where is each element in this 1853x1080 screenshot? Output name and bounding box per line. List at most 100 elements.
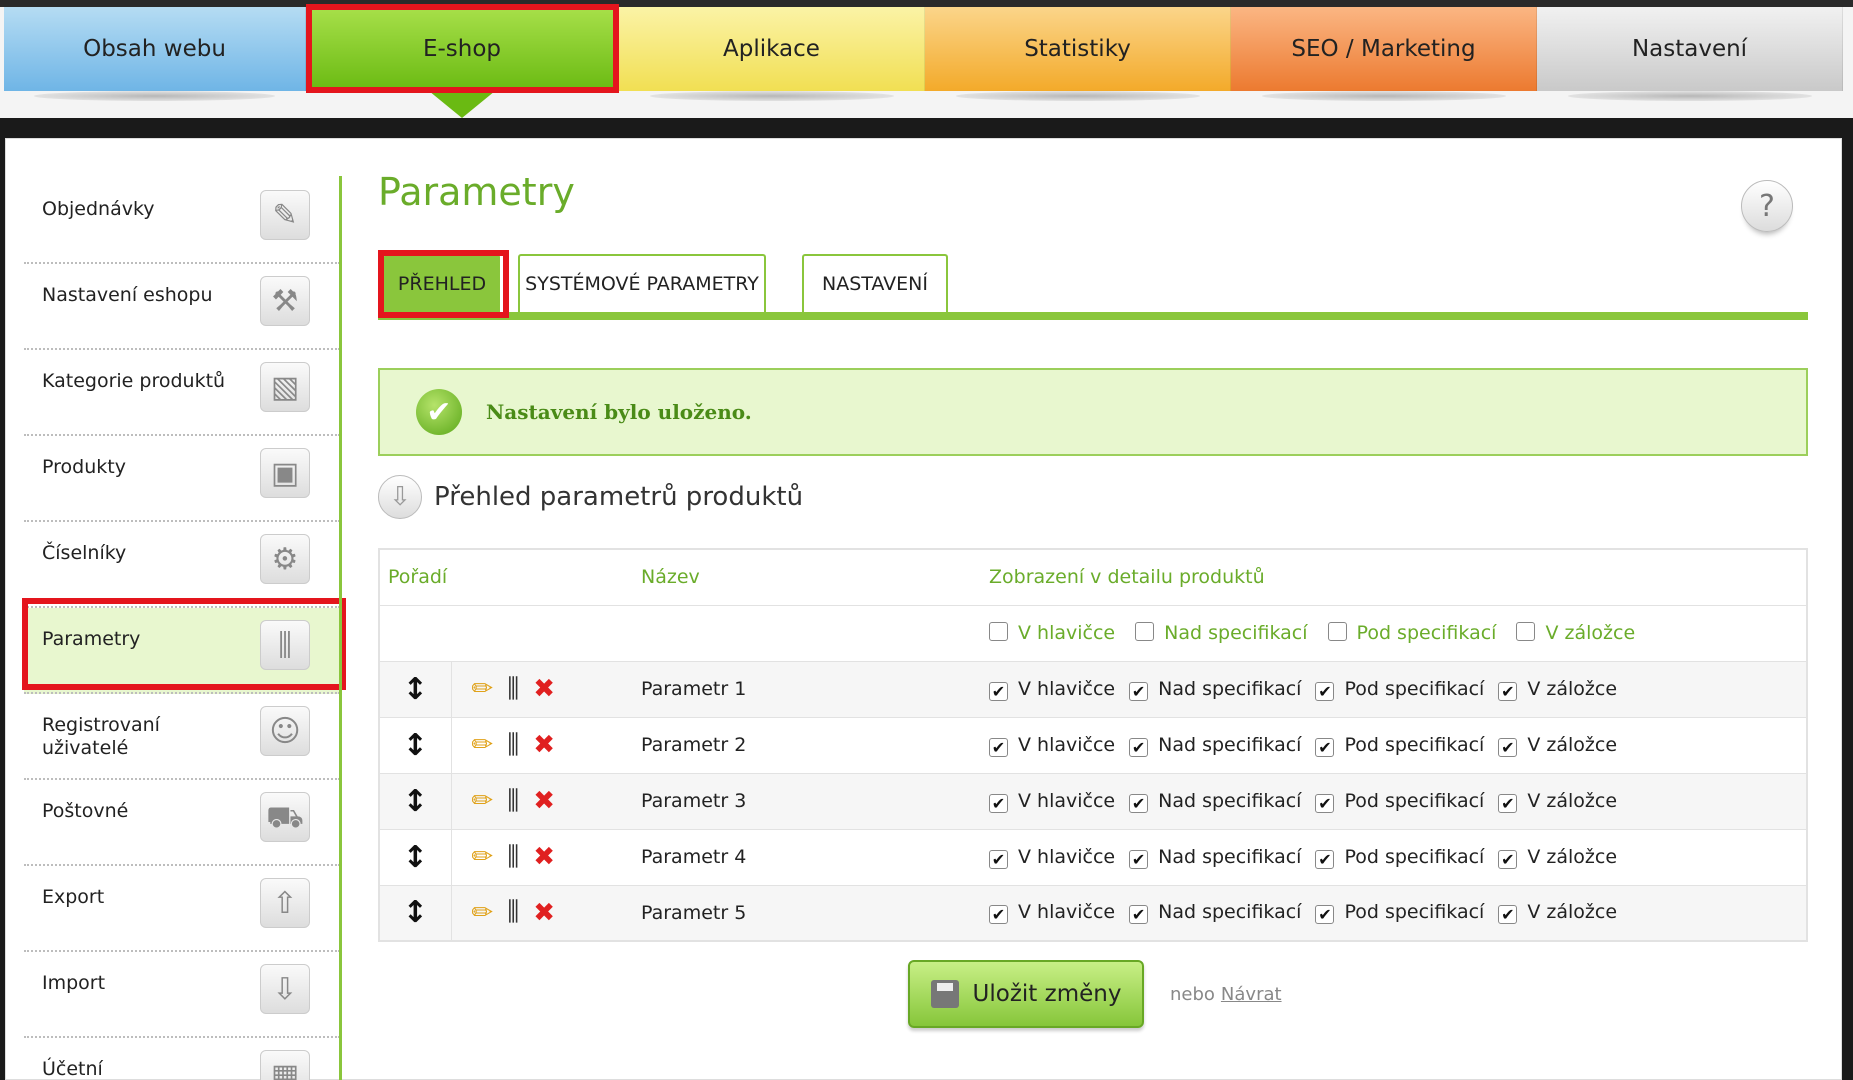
- option-label: Pod specifikací: [1344, 789, 1485, 812]
- display-checkbox[interactable]: ✔: [989, 905, 1008, 925]
- sidebar-item-ciselniky[interactable]: Číselníky ⚙: [24, 522, 340, 608]
- sidebar-item-label: Import: [42, 972, 106, 994]
- option-label: V záložce: [1527, 845, 1618, 868]
- display-checkbox[interactable]: ✔: [1315, 737, 1335, 757]
- help-icon[interactable]: ?: [1741, 180, 1793, 232]
- option-label: V záložce: [1527, 901, 1618, 924]
- nav-tab-aplikace[interactable]: Aplikace: [619, 7, 925, 101]
- edit-icon[interactable]: ✏: [472, 842, 494, 872]
- display-checkbox[interactable]: ✔: [1129, 793, 1149, 813]
- sidebar-item-import[interactable]: Import ⇩: [24, 952, 340, 1038]
- display-checkbox[interactable]: ✔: [989, 793, 1008, 813]
- col-header-actions: [451, 548, 641, 605]
- sidebar-item-label: Produkty: [42, 456, 126, 478]
- display-checkbox[interactable]: ✔: [1498, 681, 1518, 701]
- sidebar-item-registrovani-uzivatele[interactable]: Registrovaní uživatelé ☺: [24, 694, 340, 780]
- sidebar-item-label: Nastavení eshopu: [42, 284, 213, 306]
- display-checkbox[interactable]: ✔: [1498, 849, 1518, 869]
- sidebar-item-export[interactable]: Export ⇧: [24, 866, 340, 952]
- sliders-icon[interactable]: ⫼: [507, 786, 519, 817]
- sidebar-item-parametry[interactable]: Parametry ⫼: [24, 608, 340, 694]
- empty-cell: [379, 604, 451, 661]
- nav-tab-eshop[interactable]: E-shop: [306, 7, 619, 118]
- nav-tab-obsah-webu[interactable]: Obsah webu: [4, 7, 306, 101]
- display-checkbox[interactable]: ✔: [1498, 737, 1518, 757]
- display-checkbox[interactable]: ✔: [1315, 905, 1335, 925]
- sidebar-item-label: Parametry: [42, 628, 141, 650]
- col-header-order: Pořadí: [379, 548, 451, 605]
- sidebar-item-label: Poštovné: [42, 800, 129, 822]
- sidebar-item-kategorie-produktu[interactable]: Kategorie produktů ▧: [24, 350, 340, 436]
- select-all-checkbox-0[interactable]: [989, 622, 1008, 641]
- table-row: ↕ ✏ ⫼ ✖ Parametr 3 ✔ V hlavičce ✔ Nad specifikac…: [379, 772, 1807, 829]
- display-checkbox[interactable]: ✔: [989, 737, 1008, 757]
- sidebar-item-produkty[interactable]: Produkty ▣: [24, 436, 340, 522]
- display-checkbox[interactable]: ✔: [1315, 793, 1335, 813]
- nav-tab-nastaveni[interactable]: Nastavení: [1537, 7, 1843, 101]
- delete-icon[interactable]: ✖: [533, 786, 555, 816]
- nav-tab-seo-marketing[interactable]: SEO / Marketing: [1231, 7, 1537, 101]
- back-link[interactable]: Návrat: [1221, 984, 1282, 1005]
- section-header[interactable]: ⇩ Přehled parametrů produktů: [378, 472, 803, 522]
- select-all-checkbox-1[interactable]: [1135, 622, 1155, 641]
- nav-tab-label: Obsah webu: [83, 36, 226, 62]
- display-checkbox[interactable]: ✔: [1498, 905, 1518, 925]
- sliders-icon[interactable]: ⫼: [507, 897, 519, 928]
- drag-handle-icon[interactable]: ↕: [403, 895, 428, 930]
- delete-icon[interactable]: ✖: [533, 898, 555, 928]
- edit-icon[interactable]: ✏: [472, 898, 494, 928]
- edit-icon[interactable]: ✏: [472, 786, 494, 816]
- table-row: ↕ ✏ ⫼ ✖ Parametr 2 ✔ V hlavičce ✔ Nad specifikac…: [379, 716, 1807, 773]
- display-checkbox[interactable]: ✔: [989, 849, 1008, 869]
- edit-icon[interactable]: ✏: [472, 674, 494, 704]
- display-checkbox[interactable]: ✔: [1315, 849, 1335, 869]
- display-checkbox[interactable]: ✔: [1129, 681, 1149, 701]
- nav-tab-label: Nastavení: [1631, 36, 1748, 62]
- table-header-row: Pořadí Název Zobrazení v detailu produkt…: [379, 548, 1807, 605]
- select-all-options: V hlavičce Nad specifikací Pod specifika…: [989, 604, 1807, 661]
- tab-label: NASTAVENÍ: [821, 273, 928, 295]
- parameter-name: Parametr 4: [641, 828, 989, 885]
- order-cell: ↕: [379, 828, 452, 885]
- save-button[interactable]: Uložit změny: [908, 960, 1144, 1028]
- delete-icon[interactable]: ✖: [533, 730, 555, 760]
- nav-tab-statistiky[interactable]: Statistiky: [925, 7, 1231, 101]
- parameter-name: Parametr 5: [641, 884, 989, 941]
- drag-handle-icon[interactable]: ↕: [403, 840, 428, 875]
- download-icon: ⇩: [260, 964, 310, 1014]
- sliders-icon[interactable]: ⫼: [507, 730, 519, 761]
- sidebar-item-postovne[interactable]: Poštovné ⛟: [24, 780, 340, 866]
- delete-icon[interactable]: ✖: [533, 842, 555, 872]
- sliders-icon[interactable]: ⫼: [507, 842, 519, 873]
- edit-icon[interactable]: ✏: [472, 730, 494, 760]
- tab-nastaveni[interactable]: NASTAVENÍ: [802, 254, 948, 312]
- display-checkbox[interactable]: ✔: [1129, 849, 1149, 869]
- sliders-icon[interactable]: ⫼: [507, 674, 519, 705]
- drag-handle-icon[interactable]: ↕: [403, 728, 428, 763]
- sidebar-item-ucetni[interactable]: Účetní ▦: [24, 1038, 340, 1080]
- top-navigation: Obsah webu E-shop Aplikace Statistiky SE…: [0, 0, 1853, 118]
- display-checkbox[interactable]: ✔: [1129, 737, 1149, 757]
- nav-tab-label: E-shop: [422, 36, 502, 62]
- tab-prehled[interactable]: PŘEHLED: [384, 254, 500, 312]
- arrow-down-icon[interactable]: ⇩: [378, 475, 422, 519]
- floppy-disk-icon: [930, 980, 959, 1008]
- select-all-checkbox-3[interactable]: [1516, 622, 1536, 641]
- users-icon: ☺: [260, 706, 310, 756]
- display-checkbox[interactable]: ✔: [989, 681, 1008, 701]
- select-all-checkbox-2[interactable]: [1327, 622, 1347, 641]
- display-checkbox[interactable]: ✔: [1315, 681, 1335, 701]
- section-title: Přehled parametrů produktů: [434, 482, 804, 512]
- sidebar-item-label: Objednávky: [42, 198, 155, 220]
- sidebar-item-nastaveni-eshopu[interactable]: Nastavení eshopu ⚒: [24, 264, 340, 350]
- sidebar-item-objednavky[interactable]: Objednávky ✎: [24, 178, 340, 264]
- display-checkbox[interactable]: ✔: [1498, 793, 1518, 813]
- actions-cell: ✏ ⫼ ✖: [451, 828, 641, 885]
- drag-handle-icon[interactable]: ↕: [403, 672, 428, 707]
- delete-icon[interactable]: ✖: [533, 674, 555, 704]
- display-checkbox[interactable]: ✔: [1129, 905, 1149, 925]
- tab-systemove-parametry[interactable]: SYSTÉMOVÉ PARAMETRY: [518, 254, 766, 312]
- sidebar: Objednávky ✎ Nastavení eshopu ⚒ Kategorie …: [24, 178, 340, 1080]
- subtabs: PŘEHLED SYSTÉMOVÉ PARAMETRY NASTAVENÍ: [378, 254, 1808, 320]
- drag-handle-icon[interactable]: ↕: [403, 784, 428, 819]
